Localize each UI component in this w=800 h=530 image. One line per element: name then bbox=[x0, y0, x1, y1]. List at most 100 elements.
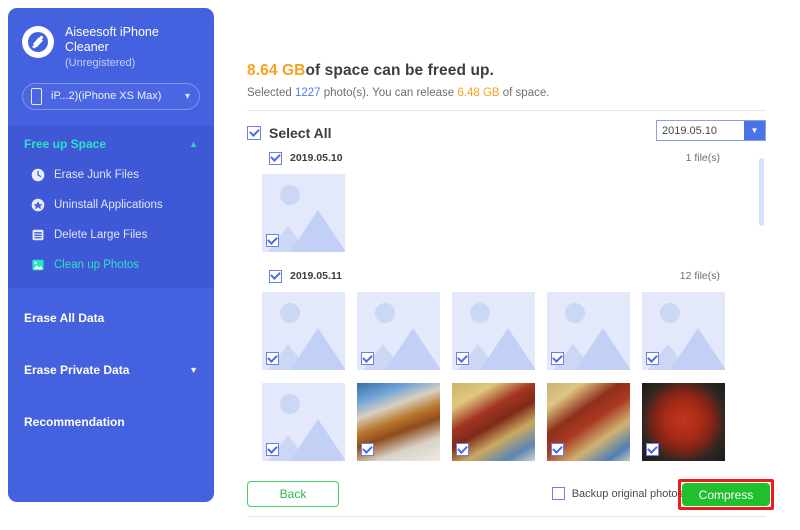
freed-space-value: 8.64 GB bbox=[247, 62, 306, 79]
placeholder-mountain-icon bbox=[290, 328, 345, 370]
group-file-count: 1 file(s) bbox=[685, 152, 720, 164]
app-title: Aiseesoft iPhone Cleaner bbox=[65, 25, 159, 55]
photo-thumbnail[interactable] bbox=[262, 292, 345, 370]
phone-icon bbox=[31, 87, 42, 105]
photo-thumbnail[interactable] bbox=[642, 292, 725, 370]
chevron-down-icon[interactable]: ▼ bbox=[744, 121, 765, 140]
photo-checkbox[interactable] bbox=[456, 443, 469, 456]
sidebar-item-delete-large-files[interactable]: Delete Large Files bbox=[8, 220, 214, 250]
compress-button[interactable]: Compress bbox=[682, 483, 770, 506]
app-window: Aiseesoft iPhone Cleaner (Unregistered) … bbox=[0, 0, 800, 530]
photo-thumbnail[interactable] bbox=[357, 292, 440, 370]
thumb-row bbox=[247, 292, 766, 370]
photo-thumbnail[interactable] bbox=[642, 383, 725, 461]
photo-checkbox[interactable] bbox=[551, 352, 564, 365]
photo-thumbnail[interactable] bbox=[452, 292, 535, 370]
chevron-down-icon: ▼ bbox=[189, 364, 198, 375]
main-content: 8.64 GBof space can be freed up. Selecte… bbox=[214, 0, 800, 530]
sidebar-group-label: Erase Private Data bbox=[24, 362, 130, 377]
photo-checkbox[interactable] bbox=[266, 352, 279, 365]
placeholder-sun-icon bbox=[660, 303, 680, 323]
release-size: 6.48 GB bbox=[457, 87, 500, 99]
list-scrollbar[interactable] bbox=[759, 158, 764, 226]
selected-count: 1227 bbox=[294, 87, 321, 99]
app-circle-icon bbox=[30, 197, 45, 212]
cleaner-brush-icon bbox=[22, 26, 54, 58]
group-header: 2019.05.11 12 file(s) bbox=[247, 266, 766, 286]
device-label: iP...2)(iPhone XS Max) bbox=[51, 90, 162, 103]
photo-icon bbox=[30, 257, 45, 272]
sidebar-item-clean-up-photos[interactable]: Clean up Photos bbox=[8, 250, 214, 280]
sidebar-item-erase-junk-files[interactable]: Erase Junk Files bbox=[8, 160, 214, 190]
sidebar-item-label: Clean up Photos bbox=[54, 258, 140, 271]
footer-divider bbox=[247, 516, 766, 517]
chevron-up-icon: ▲ bbox=[189, 138, 198, 149]
selected-mid: photo(s). You can release bbox=[320, 87, 458, 99]
sidebar-item-free-up-space[interactable]: Free up Space ▲ bbox=[8, 128, 214, 160]
photo-checkbox[interactable] bbox=[361, 443, 374, 456]
selection-toolbar: Select All 2019.05.10 ▼ bbox=[247, 120, 766, 145]
group-date: 2019.05.11 bbox=[290, 270, 342, 282]
placeholder-sun-icon bbox=[280, 185, 300, 205]
sidebar-item-recommendation[interactable]: Recommendation bbox=[8, 406, 214, 438]
group-file-count: 12 file(s) bbox=[679, 270, 720, 282]
document-lines-icon bbox=[30, 227, 45, 242]
photo-checkbox[interactable] bbox=[646, 352, 659, 365]
brand-block: Aiseesoft iPhone Cleaner (Unregistered) bbox=[8, 8, 214, 70]
placeholder-mountain-icon bbox=[670, 328, 725, 370]
photo-checkbox[interactable] bbox=[646, 443, 659, 456]
sidebar-item-uninstall-applications[interactable]: Uninstall Applications bbox=[8, 190, 214, 220]
sidebar-group-label: Erase All Data bbox=[24, 310, 105, 325]
placeholder-sun-icon bbox=[565, 303, 585, 323]
photo-checkbox[interactable] bbox=[456, 352, 469, 365]
sidebar-item-erase-all-data[interactable]: Erase All Data bbox=[8, 302, 214, 334]
selected-prefix: Selected bbox=[247, 87, 295, 99]
placeholder-mountain-icon bbox=[480, 328, 535, 370]
sidebar-group-label: Free up Space bbox=[24, 136, 107, 151]
thumb-row bbox=[247, 383, 766, 461]
photo-checkbox[interactable] bbox=[266, 234, 279, 247]
photo-checkbox[interactable] bbox=[266, 443, 279, 456]
group-checkbox[interactable] bbox=[269, 269, 282, 283]
photo-thumbnail[interactable] bbox=[262, 383, 345, 461]
sidebar-item-label: Uninstall Applications bbox=[54, 198, 163, 211]
brand-text: Aiseesoft iPhone Cleaner (Unregistered) bbox=[65, 24, 185, 70]
photo-list[interactable]: 2019.05.10 1 file(s) 2019.05.11 12 file(… bbox=[247, 148, 766, 471]
placeholder-mountain-icon bbox=[290, 419, 345, 461]
placeholder-mountain-icon bbox=[385, 328, 440, 370]
back-button[interactable]: Back bbox=[247, 481, 339, 507]
chevron-down-icon: ▾ bbox=[184, 90, 190, 102]
backup-original-photos-option[interactable]: Backup original photos bbox=[551, 487, 683, 500]
device-selector[interactable]: iP...2)(iPhone XS Max) ▾ bbox=[22, 82, 200, 110]
placeholder-sun-icon bbox=[375, 303, 395, 323]
placeholder-mountain-icon bbox=[575, 328, 630, 370]
photo-thumbnail[interactable] bbox=[452, 383, 535, 461]
backup-label: Backup original photos bbox=[571, 487, 683, 500]
placeholder-sun-icon bbox=[470, 303, 490, 323]
date-filter-dropdown[interactable]: 2019.05.10 ▼ bbox=[656, 120, 766, 141]
selected-suffix: of space. bbox=[499, 87, 550, 99]
freed-space-headline: 8.64 GBof space can be freed up. bbox=[247, 62, 800, 80]
registration-status: (Unregistered) bbox=[65, 56, 136, 69]
sidebar-item-erase-private-data[interactable]: Erase Private Data ▼ bbox=[8, 354, 214, 386]
sidebar-nav: Free up Space ▲ Erase Junk Files Uninsta… bbox=[8, 125, 214, 438]
photo-thumbnail[interactable] bbox=[262, 174, 345, 252]
date-filter-value: 2019.05.10 bbox=[662, 124, 718, 137]
sidebar: Aiseesoft iPhone Cleaner (Unregistered) … bbox=[8, 8, 214, 502]
group-header: 2019.05.10 1 file(s) bbox=[247, 148, 766, 168]
select-all-label: Select All bbox=[269, 124, 332, 141]
clock-icon bbox=[30, 167, 45, 182]
photo-thumbnail[interactable] bbox=[547, 292, 630, 370]
nav-group-free-up-space: Free up Space ▲ Erase Junk Files Uninsta… bbox=[8, 125, 214, 288]
sidebar-item-label: Erase Junk Files bbox=[54, 168, 140, 181]
photo-thumbnail[interactable] bbox=[357, 383, 440, 461]
photo-checkbox[interactable] bbox=[361, 352, 374, 365]
photo-checkbox[interactable] bbox=[551, 443, 564, 456]
select-all-checkbox[interactable] bbox=[247, 125, 261, 140]
selection-detail: Selected 1227 photo(s). You can release … bbox=[247, 87, 800, 99]
backup-checkbox[interactable] bbox=[551, 487, 565, 500]
freed-space-text: of space can be freed up. bbox=[305, 62, 494, 79]
photo-thumbnail[interactable] bbox=[547, 383, 630, 461]
group-checkbox[interactable] bbox=[269, 151, 282, 165]
thumb-row bbox=[247, 174, 766, 252]
